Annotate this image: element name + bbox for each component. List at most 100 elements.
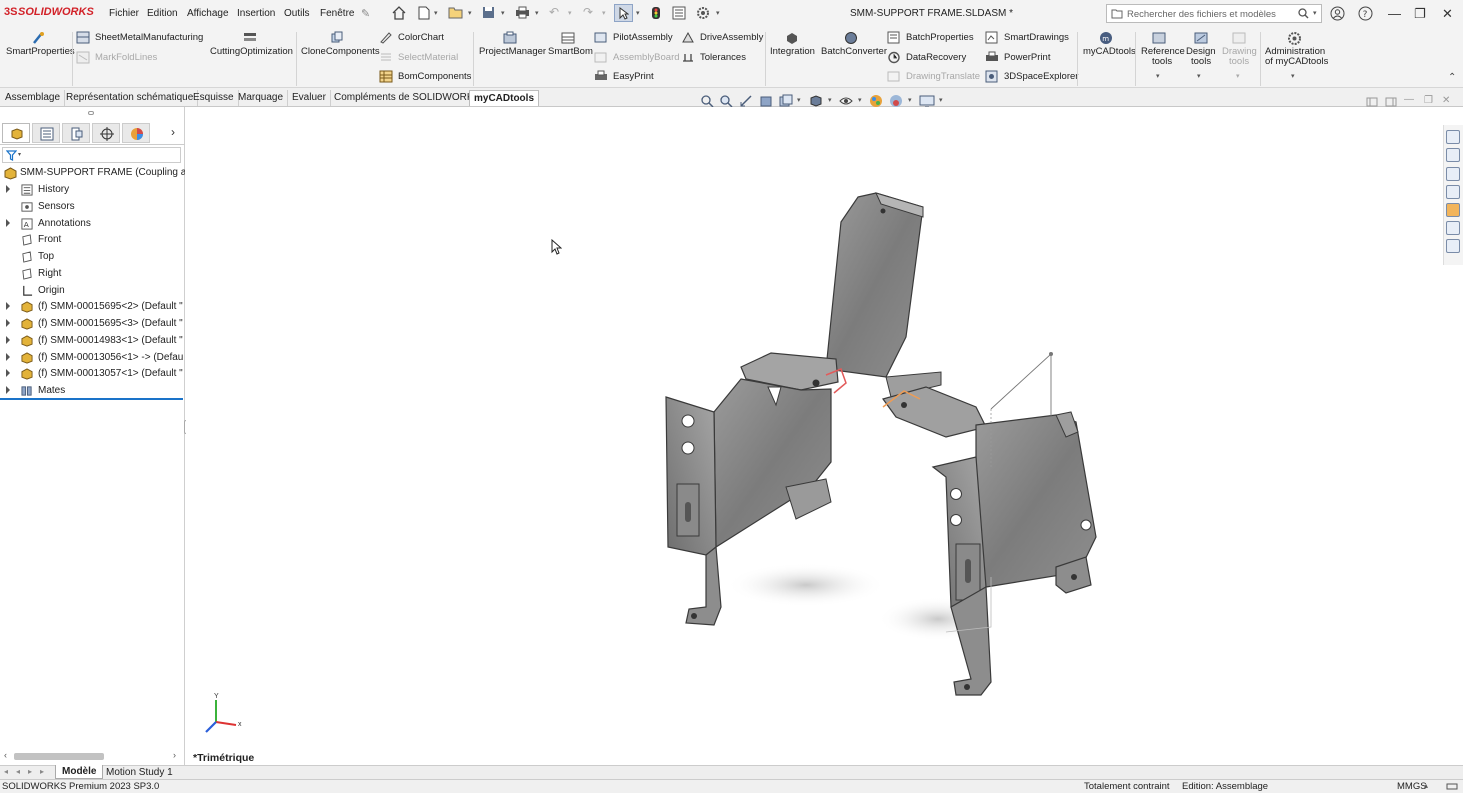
integration-button[interactable]: Integration bbox=[768, 31, 816, 61]
open-dropdown-icon[interactable]: ▾ bbox=[468, 9, 472, 17]
tolerances-button[interactable]: Tolerances bbox=[681, 51, 751, 65]
tree-item[interactable]: Mates bbox=[0, 383, 183, 399]
projectmanager-button[interactable]: ProjectManager bbox=[477, 31, 546, 61]
pilotassembly-button[interactable]: PilotAssembly bbox=[594, 31, 674, 45]
tree-root-assembly[interactable]: SMM-SUPPORT FRAME (Coupling assem bbox=[0, 165, 185, 181]
save-dropdown-icon[interactable]: ▾ bbox=[501, 9, 505, 17]
tree-item[interactable]: Origin bbox=[0, 283, 183, 299]
tree-filter-box[interactable]: ▾ bbox=[2, 147, 181, 163]
save-icon[interactable] bbox=[482, 6, 495, 19]
status-units[interactable]: MMGS bbox=[1397, 781, 1427, 792]
expand-arrow-icon[interactable] bbox=[6, 185, 10, 193]
doc-close-icon[interactable]: ✕ bbox=[1442, 95, 1450, 106]
menu-affichage[interactable]: Affichage bbox=[187, 8, 229, 19]
minimize-icon[interactable]: — bbox=[1388, 6, 1401, 21]
tree-item[interactable]: Right bbox=[0, 266, 183, 282]
tab-marquage[interactable]: Marquage bbox=[234, 90, 289, 106]
view-palette-icon[interactable] bbox=[1446, 185, 1460, 199]
restore-icon[interactable]: ❐ bbox=[1414, 6, 1426, 22]
clonecomponents-button[interactable]: CloneComponents bbox=[299, 31, 380, 61]
tree-item[interactable]: Top bbox=[0, 249, 183, 265]
customize-statusbar-icon[interactable] bbox=[1446, 781, 1458, 792]
edit-appearance-icon[interactable] bbox=[869, 94, 883, 108]
tab-representation[interactable]: Représentation schématique bbox=[62, 90, 199, 106]
featuremanager-tab[interactable] bbox=[2, 123, 30, 143]
expand-arrow-icon[interactable] bbox=[6, 319, 10, 327]
tab-mycadtools[interactable]: myCADtools bbox=[469, 90, 540, 106]
tree-item[interactable]: (f) SMM-00015695<2> (Default "BUL bbox=[0, 299, 183, 315]
graphics-area[interactable]: — ❐ ✕ Y x *Trimétrique bbox=[186, 94, 1463, 765]
options-gear-icon[interactable] bbox=[696, 6, 710, 20]
bomcomponents-button[interactable]: BomComponents bbox=[379, 70, 471, 84]
apply-scene-dropdown-icon[interactable]: ▾ bbox=[908, 96, 912, 104]
markfoldlines-button[interactable]: MarkFoldLines bbox=[76, 51, 166, 65]
administration-button[interactable]: Administration of myCADtools ▾ bbox=[1263, 31, 1328, 85]
collapse-ribbon-icon[interactable]: ⌃ bbox=[1448, 72, 1456, 83]
print-dropdown-icon[interactable]: ▾ bbox=[535, 9, 539, 17]
apply-scene-icon[interactable] bbox=[889, 94, 903, 108]
menu-edition[interactable]: Edition bbox=[147, 8, 178, 19]
tab-nav-next-icon[interactable]: ▸ bbox=[28, 767, 32, 776]
tab-esquisse[interactable]: Esquisse bbox=[189, 90, 239, 106]
menu-outils[interactable]: Outils bbox=[284, 8, 310, 19]
tree-item[interactable]: (f) SMM-00014983<1> (Default "TOF bbox=[0, 333, 183, 349]
menu-insertion[interactable]: Insertion bbox=[237, 8, 275, 19]
view-orientation-dropdown-icon[interactable]: ▾ bbox=[797, 96, 801, 104]
home-icon[interactable] bbox=[392, 6, 406, 20]
drawing-tools-button[interactable]: Drawing tools ▾ bbox=[1222, 31, 1258, 85]
mycadtools-button[interactable]: m myCADtools bbox=[1081, 31, 1136, 61]
units-dropdown-icon[interactable]: ▴ bbox=[1424, 781, 1428, 790]
doc-minimize-icon[interactable]: — bbox=[1404, 94, 1414, 105]
redo-dropdown-icon[interactable]: ▾ bbox=[602, 9, 606, 17]
search-icon[interactable] bbox=[1298, 8, 1309, 19]
displaymanager-tab[interactable] bbox=[122, 123, 150, 143]
tab-motion-study[interactable]: Motion Study 1 bbox=[102, 766, 177, 779]
previous-view-icon[interactable] bbox=[739, 94, 753, 108]
new-document-icon[interactable] bbox=[418, 6, 430, 20]
datarecovery-button[interactable]: DataRecovery bbox=[887, 51, 967, 65]
search-dropdown-icon[interactable]: ▾ bbox=[1313, 9, 1317, 17]
select-button[interactable] bbox=[614, 4, 633, 22]
view-settings-dropdown-icon[interactable]: ▾ bbox=[939, 96, 943, 104]
tile-left-icon[interactable] bbox=[1366, 97, 1378, 107]
tab-assemblage[interactable]: Assemblage bbox=[1, 90, 66, 106]
tree-item[interactable]: A Annotations bbox=[0, 216, 183, 232]
menu-fichier[interactable]: Fichier bbox=[109, 8, 139, 19]
print-icon[interactable] bbox=[515, 6, 530, 19]
search-box[interactable]: Rechercher des fichiers et modèles ▾ bbox=[1106, 4, 1322, 23]
easyprint-button[interactable]: EasyPrint bbox=[594, 70, 664, 84]
tree-item[interactable]: Sensors bbox=[0, 199, 183, 215]
expand-arrow-icon[interactable] bbox=[6, 302, 10, 311]
assembly-3d-model[interactable] bbox=[186, 107, 1463, 765]
reference-tools-button[interactable]: Reference tools ▾ bbox=[1138, 31, 1185, 85]
smartdrawings-button[interactable]: SmartDrawings bbox=[985, 31, 1071, 45]
doc-restore-icon[interactable]: ❐ bbox=[1424, 95, 1433, 106]
display-style-icon[interactable] bbox=[809, 94, 823, 108]
options-dropdown-icon[interactable]: ▾ bbox=[716, 9, 720, 17]
design-library-icon[interactable] bbox=[1446, 148, 1460, 162]
expand-arrow-icon[interactable] bbox=[6, 369, 10, 378]
expand-arrow-icon[interactable] bbox=[6, 218, 10, 227]
solidworks-forum-icon[interactable] bbox=[1446, 239, 1460, 253]
open-folder-icon[interactable] bbox=[448, 6, 463, 19]
panel-tabs-more-icon[interactable]: › bbox=[171, 125, 175, 139]
driveassembly-button[interactable]: DriveAssembly bbox=[681, 31, 763, 45]
tab-nav-prev-icon[interactable]: ◂ bbox=[16, 767, 20, 776]
panel-splitter-handle[interactable] bbox=[88, 111, 94, 115]
expand-arrow-icon[interactable] bbox=[6, 335, 10, 344]
cuttingopt-button[interactable]: CuttingOptimization bbox=[208, 31, 294, 61]
configurationmanager-tab[interactable] bbox=[62, 123, 90, 143]
zoom-area-icon[interactable] bbox=[719, 94, 733, 108]
solidworks-logo[interactable]: 3S SOLIDWORKS bbox=[4, 5, 94, 23]
design-tools-button[interactable]: Design tools ▾ bbox=[1184, 31, 1220, 85]
view-settings-icon[interactable] bbox=[919, 94, 935, 108]
tree-item[interactable]: (f) SMM-00013056<1> -> (Default "( bbox=[0, 350, 183, 366]
zoom-to-fit-icon[interactable] bbox=[700, 94, 714, 108]
file-properties-icon[interactable] bbox=[672, 6, 686, 20]
scroll-right-icon[interactable]: › bbox=[173, 750, 176, 760]
undo-dropdown-icon[interactable]: ▾ bbox=[568, 9, 572, 17]
new-dropdown-icon[interactable]: ▾ bbox=[434, 9, 438, 17]
dimxpert-tab[interactable] bbox=[92, 123, 120, 143]
close-icon[interactable]: ✕ bbox=[1442, 6, 1453, 22]
pin-icon[interactable]: ✎ bbox=[361, 7, 370, 20]
